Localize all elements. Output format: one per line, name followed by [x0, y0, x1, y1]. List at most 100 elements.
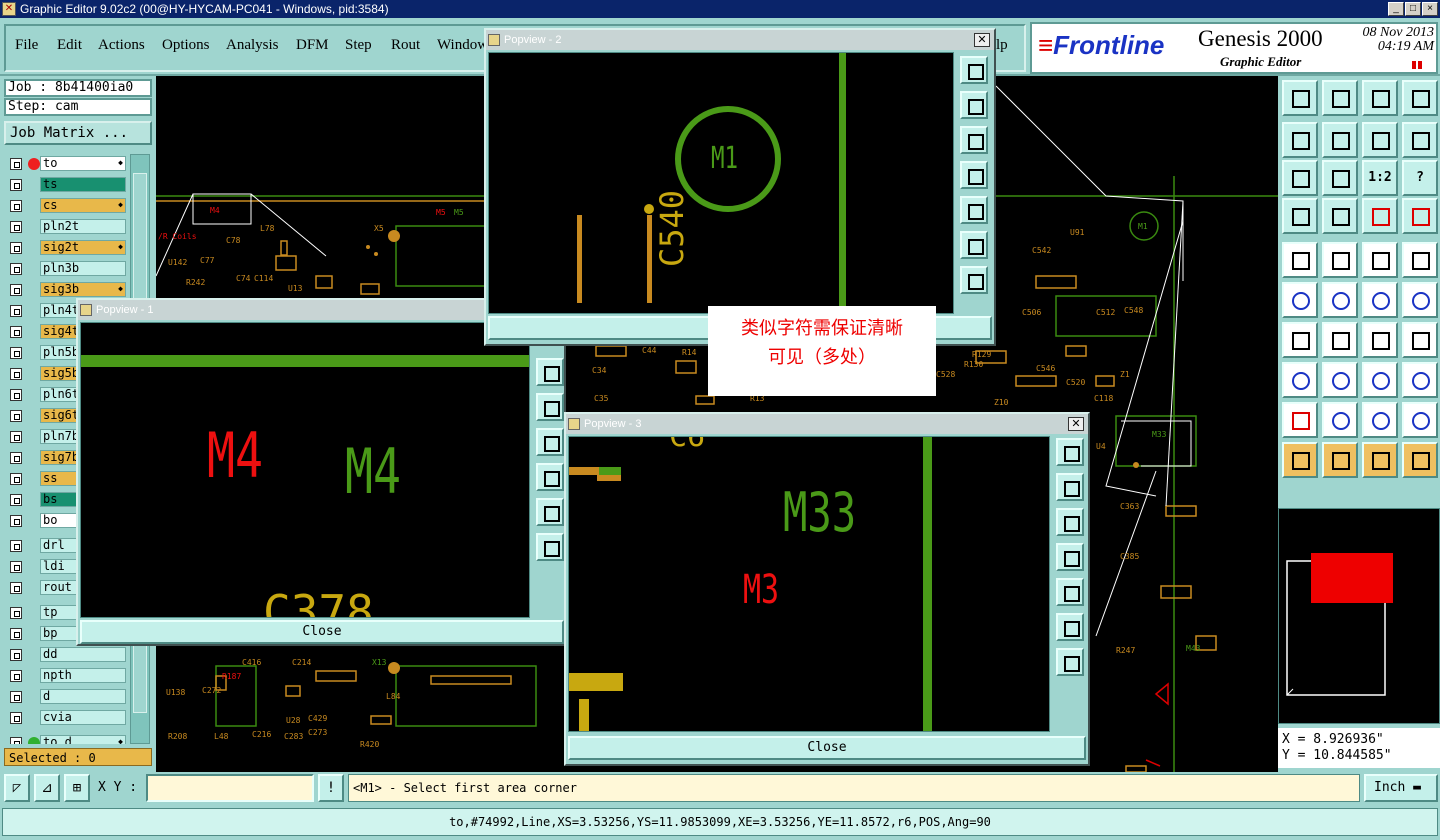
zoom-in-icon[interactable] [536, 533, 564, 561]
layer-row[interactable]: sig2t ◆ [6, 240, 126, 256]
move-icon[interactable] [1362, 442, 1398, 478]
angle-icon[interactable] [1282, 322, 1318, 358]
layer-name[interactable]: cs [40, 198, 126, 213]
layer-checkbox[interactable] [10, 200, 22, 212]
menu-rout[interactable]: Rout [391, 37, 420, 54]
popview-2-titlebar[interactable]: Popview - 2 ✕ [486, 30, 994, 50]
delete-icon[interactable] [1322, 282, 1358, 318]
popview-1-close-button[interactable]: Close [80, 620, 564, 644]
pan-up-icon[interactable] [960, 91, 988, 119]
view-down-icon[interactable] [1322, 80, 1358, 116]
connect-icon[interactable] [1282, 282, 1318, 318]
copy-icon[interactable] [1402, 362, 1438, 398]
layer-row[interactable]: npth [6, 668, 126, 684]
menu-actions[interactable]: Actions [98, 37, 145, 54]
home-icon[interactable] [1282, 80, 1318, 116]
pan-down-icon[interactable] [1056, 508, 1084, 536]
window-icon[interactable] [1402, 80, 1438, 116]
layer-row[interactable]: d [6, 689, 126, 705]
line-add-icon[interactable] [1362, 282, 1398, 318]
menu-window[interactable]: Window [437, 37, 488, 54]
segment-icon[interactable] [1322, 362, 1358, 398]
cursor-icon[interactable] [1282, 442, 1318, 478]
layer-checkbox[interactable] [10, 494, 22, 506]
tools-icon[interactable] [1282, 198, 1318, 234]
menu-edit[interactable]: Edit [57, 37, 82, 54]
minimize-button[interactable]: _ [1388, 2, 1404, 16]
layer-name[interactable]: dd [40, 647, 126, 662]
pan-left-icon[interactable] [536, 463, 564, 491]
frame-icon[interactable] [1362, 362, 1398, 398]
unit-selector[interactable]: Inch ▬ [1364, 774, 1438, 802]
zoom-fit-icon[interactable] [960, 56, 988, 84]
layer-row[interactable]: sig3b ◆ [6, 282, 126, 298]
features-icon[interactable] [1362, 198, 1398, 234]
layer-name[interactable]: d [40, 689, 126, 704]
pan-right-icon[interactable] [1056, 578, 1084, 606]
layer-name[interactable]: pln2t [40, 219, 126, 234]
redraw-icon[interactable] [1402, 122, 1438, 158]
menu-file[interactable]: File [15, 37, 38, 54]
help-icon[interactable]: ? [1402, 160, 1438, 196]
scale-icon[interactable]: 1:2 [1362, 160, 1398, 196]
pan-right-icon[interactable] [960, 196, 988, 224]
layer-checkbox[interactable] [10, 305, 22, 317]
pan-left-icon[interactable] [960, 161, 988, 189]
pick-icon[interactable] [1282, 242, 1318, 278]
pan-down-icon[interactable] [960, 126, 988, 154]
select-icon[interactable] [1322, 442, 1358, 478]
highlight-icon[interactable] [1322, 242, 1358, 278]
pan-right-icon[interactable] [1322, 122, 1358, 158]
layer-checkbox[interactable] [10, 561, 22, 573]
zoom-center-icon[interactable] [1322, 160, 1358, 196]
pan-up-icon[interactable] [1056, 473, 1084, 501]
zoom-fit-icon[interactable] [1282, 160, 1318, 196]
text-icon[interactable] [1402, 322, 1438, 358]
tri-blue-icon[interactable] [1362, 402, 1398, 438]
popview-2-close-icon[interactable]: ✕ [974, 33, 990, 47]
line-add-icon[interactable] [1402, 282, 1438, 318]
layer-checkbox[interactable] [10, 540, 22, 552]
layer-checkbox[interactable] [10, 649, 22, 661]
zoom-in-icon[interactable] [960, 231, 988, 259]
layer-checkbox[interactable] [10, 389, 22, 401]
job-matrix-button[interactable]: Job Matrix ... [4, 121, 152, 145]
alert-icon[interactable]: ! [318, 774, 344, 802]
close-window-button[interactable]: × [1422, 2, 1438, 16]
tri-mix-icon[interactable] [1402, 402, 1438, 438]
layer-checkbox[interactable] [10, 582, 22, 594]
layer-checkbox[interactable] [10, 473, 22, 485]
layer-checkbox[interactable] [10, 179, 22, 191]
overview-view-window[interactable] [1311, 553, 1393, 603]
house-icon[interactable] [1362, 80, 1398, 116]
layers-icon[interactable] [1402, 198, 1438, 234]
layer-name[interactable]: npth [40, 668, 126, 683]
menu-options[interactable]: Options [162, 37, 210, 54]
layer-checkbox[interactable] [10, 158, 22, 170]
pan-left-icon[interactable] [1282, 122, 1318, 158]
layer-checkbox[interactable] [10, 515, 22, 527]
pan-down-icon[interactable] [536, 428, 564, 456]
layer-row[interactable]: pln3b [6, 261, 126, 277]
menu-step[interactable]: Step [345, 37, 372, 54]
layer-row[interactable]: to.d ◆ [6, 735, 126, 744]
pan-left-icon[interactable] [1056, 543, 1084, 571]
layer-name[interactable]: to.d [40, 735, 126, 744]
zoom-fit-icon[interactable] [536, 358, 564, 386]
layer-row[interactable]: pln2t [6, 219, 126, 235]
popview-3-close-icon[interactable]: ✕ [1068, 417, 1084, 431]
layer-row[interactable]: dd [6, 647, 126, 663]
layer-name[interactable]: ts [40, 177, 126, 192]
ruler-icon[interactable] [1362, 242, 1398, 278]
zoom-fit-icon[interactable] [1056, 438, 1084, 466]
slash-icon[interactable] [1322, 322, 1358, 358]
layer-checkbox[interactable] [10, 347, 22, 359]
pad-icon[interactable] [1402, 242, 1438, 278]
layer-checkbox[interactable] [10, 712, 22, 724]
layer-name[interactable]: sig2t [40, 240, 126, 255]
fit-icon[interactable] [1362, 122, 1398, 158]
layer-checkbox[interactable] [10, 452, 22, 464]
zoom-in-icon[interactable] [1056, 613, 1084, 641]
layer-checkbox[interactable] [10, 368, 22, 380]
layer-checkbox[interactable] [10, 691, 22, 703]
